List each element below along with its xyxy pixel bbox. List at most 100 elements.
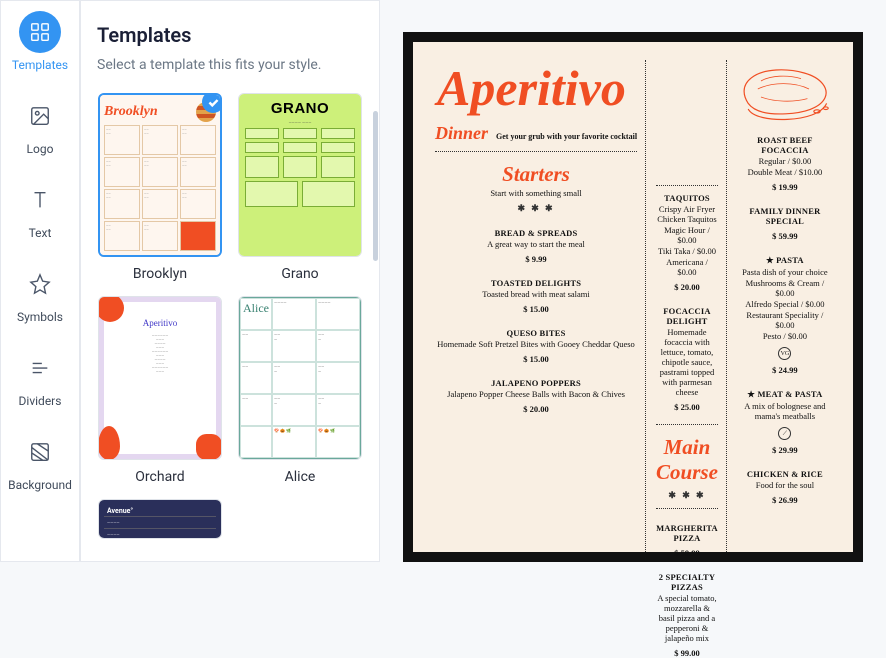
template-thumb: Brooklyn ―――――――――――― ―――――――――――― ―――――… [98,93,222,257]
item-line: Regular / $0.00 [737,156,833,166]
template-card-grano[interactable]: GRANO ―――― ――― Grano [237,93,363,282]
item-name: MARGHERITA PIZZA [656,523,718,543]
menu-dinner-label: Dinner [435,123,488,144]
menu-col-1: Aperitivo Dinner Get your grub with your… [435,60,646,552]
nav-label: Templates [12,58,68,72]
nav-symbols[interactable]: Symbols [17,263,63,324]
template-grid: Brooklyn ―――――――――――― ―――――――――――― ―――――… [97,93,363,539]
item-desc: A special tomato, mozzarella & basil piz… [656,593,718,643]
nav-background[interactable]: Background [8,431,72,492]
item-price: $ 9.99 [435,254,637,264]
panel-heading: Templates [97,23,363,47]
template-card-avenue[interactable]: Avenue° ―――――――― [97,499,223,539]
item-name: TAQUITOS [656,193,718,203]
selected-check-icon [202,93,222,113]
menu-preview: Aperitivo Dinner Get your grub with your… [380,0,886,562]
item-price: $ 15.00 [435,304,637,314]
template-name: Orchard [135,469,184,485]
item-name: 2 SPECIALTY PIZZAS [656,572,718,592]
text-icon [19,179,61,221]
template-thumb: Avenue° ―――――――― [98,499,222,539]
item-line: Mushrooms & Cream / $0.00 [737,278,833,298]
panel-subheading: Select a template this fits your style. [97,57,363,73]
template-name: Grano [281,266,318,282]
nav-label: Background [8,478,72,492]
starters-tag: Start with something small [435,188,637,198]
template-thumb: Aperitivo ――――――――――――――――――――――――――――――… [98,296,222,460]
item-desc: A mix of bolognese and mama's meatballs [737,401,833,421]
item-desc: Food for the soul [737,480,833,490]
item-line: Magic Hour / $0.00 [656,225,718,245]
item-line: Tiki Taka / $0.00 [656,246,718,256]
side-nav: Templates Logo Text Symbols Dividers Bac… [0,0,80,562]
item-name: FAMILY DINNER SPECIAL [737,206,833,226]
badge-vg: VG [778,347,791,360]
item-line: Double Meat / $10.00 [737,167,833,177]
templates-panel: Templates Select a template this fits yo… [80,0,380,562]
item-name: FOCACCIA DELIGHT [656,306,718,326]
item-desc: Jalapeno Popper Cheese Balls with Bacon … [435,389,637,399]
template-thumb: GRANO ―――― ――― [238,93,362,257]
section-main: Main Course [656,435,718,485]
template-card-orchard[interactable]: Aperitivo ――――――――――――――――――――――――――――――… [97,296,223,485]
item-name: JALAPENO POPPERS [435,378,637,388]
item-price: $ 24.99 [737,365,833,375]
nav-label: Dividers [19,394,62,408]
nav-label: Text [29,226,52,240]
item-line: Restaurant Speciality / $0.00 [737,310,833,330]
item-price: $ 59.99 [737,231,833,241]
menu-dinner-tag: Get your grub with your favorite cocktai… [496,132,637,141]
item-desc: Pasta dish of your choice [737,267,833,277]
item-line: Pesto / $0.00 [737,331,833,341]
item-name: ROAST BEEF FOCACCIA [737,135,833,155]
template-name: Brooklyn [133,266,187,282]
menu-col-2: TAQUITOS Crispy Air Fryer Chicken Taquit… [656,60,727,552]
item-desc: Homemade Soft Pretzel Bites with Gooey C… [435,339,637,349]
badge-icon: ⟋ [778,427,791,440]
menu-col-3: ROAST BEEF FOCACCIA Regular / $0.00 Doub… [737,60,833,552]
item-name: BREAD & SPREADS [435,228,637,238]
star-icon [19,263,61,305]
item-price: $ 20.00 [435,404,637,414]
item-price: $ 59.99 [656,548,718,558]
item-price: $ 15.00 [435,354,637,364]
divider-dots: ✱ ✱ ✱ [435,203,637,214]
templates-icon [19,11,61,53]
item-name: TOASTED DELIGHTS [435,278,637,288]
item-line: Crispy Air Fryer Chicken Taquitos [656,204,718,224]
item-price: $ 20.00 [656,282,718,292]
template-card-brooklyn[interactable]: Brooklyn ―――――――――――― ―――――――――――― ―――――… [97,93,223,282]
item-price: $ 26.99 [737,495,833,505]
item-desc: Toasted bread with meat salami [435,289,637,299]
scrollbar[interactable] [373,111,378,261]
menu-title: Aperitivo [437,72,637,105]
item-price: $ 99.00 [656,648,718,658]
nav-text[interactable]: Text [19,179,61,240]
item-price: $ 19.99 [737,182,833,192]
nav-templates[interactable]: Templates [12,11,68,72]
steak-illustration [737,65,833,125]
item-price: $ 25.00 [656,402,718,412]
background-icon [19,431,61,473]
dividers-icon [19,347,61,389]
item-line: Americana / $0.00 [656,257,718,277]
nav-logo[interactable]: Logo [19,95,61,156]
divider-dots: ✱ ✱ ✱ [656,490,718,501]
template-name: Alice [285,469,316,485]
item-name: PASTA [737,255,833,266]
item-line: Alfredo Special / $0.00 [737,299,833,309]
menu-canvas[interactable]: Aperitivo Dinner Get your grub with your… [403,32,863,562]
nav-dividers[interactable]: Dividers [19,347,62,408]
template-card-alice[interactable]: Alice―――――――― ―――――――― ―――――――― ――――――――… [237,296,363,485]
section-starters: Starters [435,162,637,187]
nav-label: Symbols [17,310,63,324]
item-name: CHICKEN & RICE [737,469,833,479]
item-price: $ 29.99 [737,445,833,455]
nav-label: Logo [27,142,54,156]
item-desc: A great way to start the meal [435,239,637,249]
image-icon [19,95,61,137]
item-name: MEAT & PASTA [737,389,833,400]
item-name: QUESO BITES [435,328,637,338]
item-desc: Homemade focaccia with lettuce, tomato, … [656,327,718,397]
template-thumb: Alice―――――――― ―――――――― ―――――――― ――――――――… [238,296,362,460]
